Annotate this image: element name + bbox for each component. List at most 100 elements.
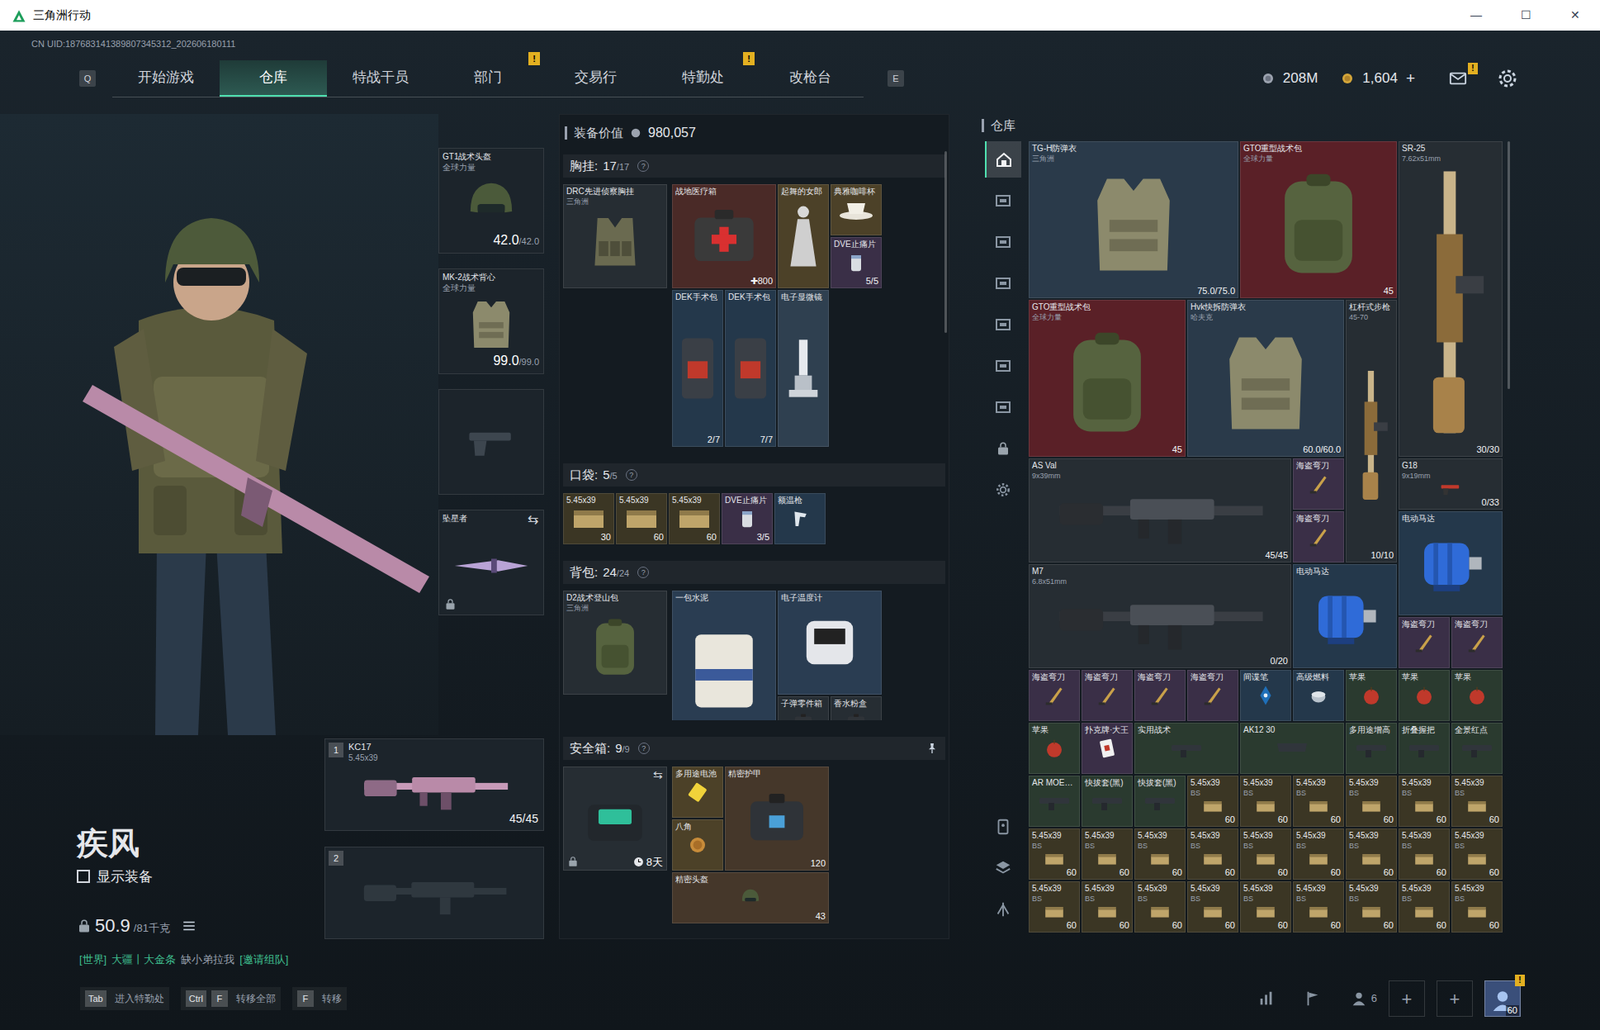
window-control[interactable]: ☐	[1500, 0, 1551, 31]
nav-tab[interactable]: 开始游戏	[112, 60, 220, 97]
item-card[interactable]: 扑克牌·大王	[1081, 722, 1133, 774]
item-card[interactable]: 高级燃料	[1292, 669, 1345, 721]
item-card[interactable]: 5.45x39BS60	[1240, 880, 1292, 933]
equipment-slot[interactable]: 坠星者⇆	[438, 509, 545, 616]
item-card[interactable]: 5.45x39BS60	[1187, 880, 1239, 933]
item-card[interactable]: 5.45x39BS60	[1081, 880, 1133, 933]
item-card[interactable]: 战地医疗箱✚800	[672, 184, 777, 289]
item-card[interactable]: 5.45x39BS60	[1451, 828, 1503, 880]
key-hint[interactable]: Tab进入特勤处	[80, 986, 170, 1010]
item-card[interactable]: TG-H防弹衣三角洲75.0/75.0	[1028, 141, 1239, 299]
item-card[interactable]: 额温枪	[774, 492, 826, 545]
nav-tab[interactable]: 改枪台	[756, 60, 864, 97]
item-card[interactable]: 折叠握把	[1398, 722, 1450, 774]
item-card[interactable]: 多用途增高	[1345, 722, 1397, 774]
warehouse-tool[interactable]	[984, 808, 1022, 845]
item-card[interactable]: 苹果	[1345, 669, 1397, 721]
item-card[interactable]: 海盗弯刀	[1134, 669, 1186, 721]
item-card[interactable]: 实用战术	[1134, 722, 1239, 774]
weapon-slot[interactable]: 1KC175.45x3945/45	[324, 738, 545, 831]
item-card[interactable]: 一包水泥	[672, 590, 777, 720]
item-card[interactable]: 香水粉盒	[830, 695, 882, 720]
squad-slot[interactable]: +	[1436, 979, 1473, 1017]
item-card[interactable]: 电子温度计	[777, 590, 882, 695]
item-card[interactable]: 5.45x3960	[668, 492, 720, 545]
item-card[interactable]: 电子显微镜	[777, 289, 829, 447]
item-card[interactable]: 子弹零件箱	[777, 695, 829, 720]
item-card[interactable]: 海盗弯刀	[1292, 458, 1345, 510]
item-card[interactable]: 海盗弯刀	[1028, 669, 1080, 721]
add-currency-button[interactable]: +	[1405, 66, 1416, 91]
equipment-slot[interactable]: GT1战术头盔全球力量42.0/42.0	[438, 147, 545, 254]
nav-tab[interactable]: 特战干员	[326, 60, 435, 97]
warehouse-tab[interactable]	[984, 265, 1022, 302]
locked-tab[interactable]	[984, 430, 1022, 467]
squad-slot[interactable]: +	[1388, 979, 1425, 1017]
key-hint[interactable]: F转移	[292, 986, 347, 1010]
show-equipment-toggle[interactable]: 显示装备	[76, 866, 325, 888]
help-button[interactable]: ?	[637, 160, 649, 172]
checkbox[interactable]	[76, 869, 90, 883]
item-card[interactable]: G189x19mm0/33	[1398, 458, 1503, 510]
item-card[interactable]: 电动马达	[1398, 511, 1503, 616]
scrollbar[interactable]	[944, 151, 947, 333]
item-card[interactable]: 5.45x39BS60	[1028, 828, 1080, 880]
window-control[interactable]: —	[1451, 0, 1501, 31]
warehouse-tab[interactable]	[984, 306, 1022, 343]
item-card[interactable]: 5.45x39BS60	[1398, 775, 1450, 827]
item-card[interactable]: 快拔套(黑)	[1081, 775, 1133, 827]
item-card[interactable]: 5.45x39BS60	[1240, 775, 1292, 827]
item-card[interactable]: 海盗弯刀	[1187, 669, 1239, 721]
item-card[interactable]: AK12 30	[1240, 722, 1345, 774]
item-card[interactable]: DEK手术包2/7	[672, 289, 724, 447]
item-card[interactable]: GTO重型战术包全球力量45	[1240, 141, 1397, 299]
chat-sender[interactable]: 大疆丨大金条	[111, 951, 176, 968]
item-card[interactable]: 5.45x39BS60	[1292, 828, 1345, 880]
item-card[interactable]: 海盗弯刀	[1081, 669, 1133, 721]
key-hint[interactable]: CtrlF转移全部	[180, 986, 281, 1010]
item-card[interactable]: 多用途电池	[672, 766, 724, 818]
item-card[interactable]: ⇆8天	[563, 766, 668, 871]
weapon-slot[interactable]: 2	[324, 846, 545, 939]
warehouse-tab[interactable]	[984, 347, 1022, 384]
help-button[interactable]: ?	[638, 742, 650, 754]
item-card[interactable]: 苹果	[1028, 722, 1080, 774]
item-card[interactable]: 5.45x39BS60	[1398, 828, 1450, 880]
warehouse-tab[interactable]	[984, 388, 1022, 426]
settings-tab[interactable]	[984, 471, 1022, 508]
item-card[interactable]: 5.45x39BS60	[1292, 880, 1345, 933]
item-card[interactable]: 5.45x39BS60	[1451, 880, 1503, 933]
help-button[interactable]: ?	[637, 566, 649, 578]
item-card[interactable]: 5.45x39BS60	[1345, 775, 1397, 827]
item-card[interactable]: 5.45x3930	[563, 492, 615, 545]
item-card[interactable]: DRC先进侦察胸挂三角洲	[563, 184, 668, 289]
item-card[interactable]: 5.45x39BS60	[1134, 880, 1186, 933]
item-card[interactable]: DVE止痛片5/5	[830, 236, 882, 289]
item-card[interactable]: 5.45x39BS60	[1451, 775, 1503, 827]
item-card[interactable]: 5.45x39BS60	[1081, 828, 1133, 880]
item-card[interactable]: Hvk快拆防弹衣哈夫克60.0/60.0	[1187, 299, 1345, 457]
item-card[interactable]: 5.45x39BS60	[1398, 880, 1450, 933]
warehouse-tab[interactable]	[984, 182, 1022, 219]
swap-button[interactable]: ⇆	[653, 767, 663, 782]
item-card[interactable]: DEK手术包7/7	[724, 289, 777, 447]
item-card[interactable]: 电动马达	[1292, 563, 1397, 668]
item-card[interactable]: 精密护甲120	[724, 766, 829, 871]
item-card[interactable]: GTO重型战术包全球力量45	[1028, 299, 1186, 457]
item-card[interactable]: 5.45x39BS60	[1028, 880, 1080, 933]
item-card[interactable]: 精密头盔43	[672, 871, 829, 924]
item-card[interactable]: 快拔套(黑)	[1134, 775, 1186, 827]
item-card[interactable]: DVE止痛片3/5	[721, 492, 773, 545]
item-card[interactable]: 5.45x3960	[615, 492, 668, 545]
warehouse-tab[interactable]	[984, 141, 1022, 178]
item-card[interactable]: 海盗弯刀	[1451, 616, 1503, 668]
item-card[interactable]: 5.45x39BS60	[1345, 880, 1397, 933]
item-card[interactable]: 起舞的女郎	[777, 184, 829, 289]
item-card[interactable]: 5.45x39BS60	[1187, 775, 1239, 827]
item-card[interactable]: 杠杆式步枪45-7010/10	[1345, 299, 1397, 563]
nav-tab[interactable]: 仓库	[219, 60, 327, 97]
item-card[interactable]: 海盗弯刀	[1398, 616, 1450, 668]
item-card[interactable]: 5.45x39BS60	[1134, 828, 1186, 880]
item-card[interactable]: AR MOE…	[1028, 775, 1080, 827]
item-card[interactable]: 5.45x39BS60	[1345, 828, 1397, 880]
